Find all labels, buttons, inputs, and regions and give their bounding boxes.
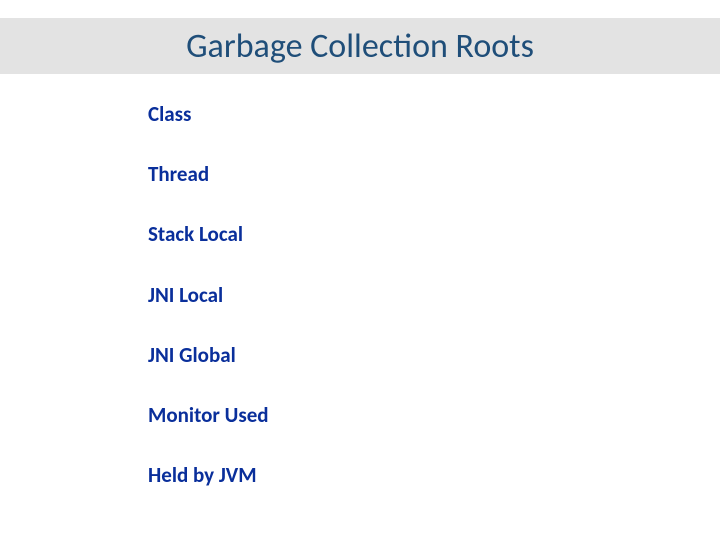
title-bar: Garbage Collection Roots <box>0 18 720 74</box>
content-list: Class Thread Stack Local JNI Local JNI G… <box>0 74 720 488</box>
list-item: Class <box>148 102 720 127</box>
list-item: Stack Local <box>148 222 720 247</box>
list-item: Held by JVM <box>148 463 720 488</box>
list-item: JNI Local <box>148 283 720 308</box>
list-item: Monitor Used <box>148 403 720 428</box>
list-item: Thread <box>148 162 720 187</box>
page-title: Garbage Collection Roots <box>186 26 534 67</box>
list-item: JNI Global <box>148 343 720 368</box>
